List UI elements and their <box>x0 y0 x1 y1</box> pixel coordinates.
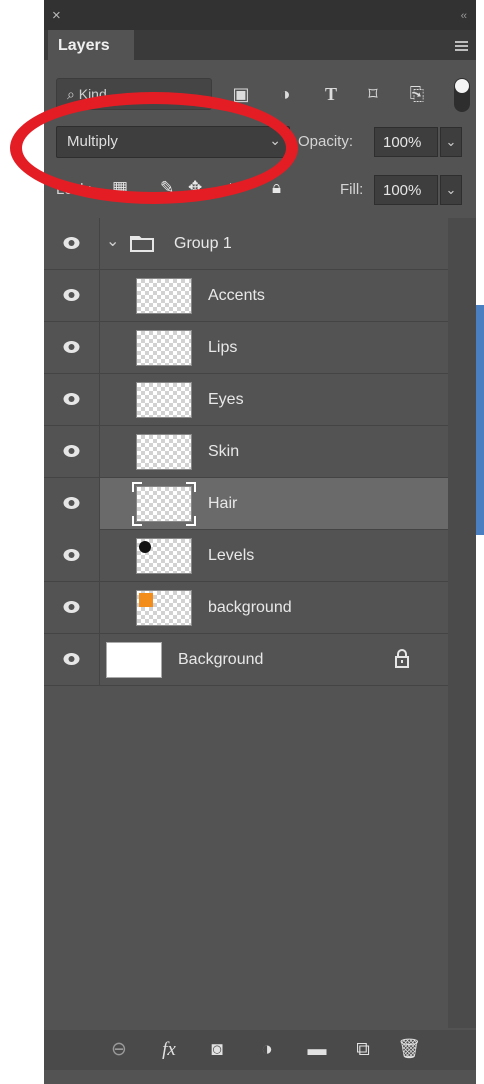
trash-icon[interactable]: 🗑︎ <box>396 1038 422 1062</box>
layer-row-accents[interactable]: Accents <box>44 270 448 322</box>
panel-title-bar: × ‹‹ <box>44 0 476 30</box>
pixel-filter-icon[interactable]: ▣ <box>230 82 252 106</box>
layer-row-levels[interactable]: Levels <box>44 530 448 582</box>
tab-bar: Layers <box>44 30 476 62</box>
eye-icon <box>63 653 80 665</box>
layers-panel: × ‹‹ Layers ⌕ Kind ▣ ◑ T ⌑ ⎘ Multiply ⌄ … <box>44 0 476 1084</box>
filter-toggle[interactable] <box>454 78 470 112</box>
search-icon: ⌕ <box>67 86 75 102</box>
eye-icon <box>63 289 80 301</box>
layer-thumbnail <box>106 642 162 678</box>
visibility-toggle[interactable] <box>44 322 100 374</box>
type-filter-icon[interactable]: T <box>320 82 342 106</box>
lock-transparent-icon[interactable]: ▦ <box>112 178 128 198</box>
visibility-toggle[interactable] <box>44 374 100 426</box>
eye-icon <box>63 393 80 405</box>
face-sketch-icon <box>139 541 151 553</box>
opacity-label: Opacity: <box>298 133 354 150</box>
selection-corner <box>132 482 142 492</box>
layer-row-eyes[interactable]: Eyes <box>44 374 448 426</box>
chevron-down-icon[interactable]: ⌄ <box>106 231 119 251</box>
eye-icon <box>63 237 80 249</box>
lock-image-icon[interactable]: ✎ <box>160 178 174 198</box>
fx-icon[interactable]: fx <box>156 1038 182 1062</box>
layer-row-background-lower[interactable]: background <box>44 582 448 634</box>
layer-thumbnail <box>136 590 192 626</box>
visibility-toggle[interactable] <box>44 582 100 634</box>
visibility-toggle[interactable] <box>44 634 100 686</box>
layer-name: Accents <box>208 287 265 304</box>
layer-name: Group 1 <box>174 235 232 252</box>
filter-row: ⌕ Kind ▣ ◑ T ⌑ ⎘ <box>44 70 476 116</box>
eye-icon <box>63 497 80 509</box>
folder-icon[interactable]: ▬ <box>304 1038 330 1062</box>
adjustment-filter-icon[interactable]: ◑ <box>274 82 296 106</box>
collapse-icon[interactable]: ‹‹ <box>461 10 467 22</box>
blend-mode-dropdown[interactable]: Multiply ⌄ <box>56 126 290 158</box>
eye-icon <box>63 549 80 561</box>
layers-scrollbar[interactable] <box>448 218 476 1028</box>
layer-thumbnail <box>136 382 192 418</box>
tab-layers[interactable]: Layers <box>48 30 134 62</box>
eye-icon <box>63 341 80 353</box>
layer-row-hair[interactable]: Hair <box>44 478 448 530</box>
lock-icon <box>395 649 409 668</box>
layer-name: background <box>208 599 292 616</box>
fill-field[interactable]: 100% <box>374 175 438 205</box>
blend-mode-value: Multiply <box>67 133 118 150</box>
kind-filter-label: Kind <box>78 86 107 102</box>
layer-thumbnail <box>136 434 192 470</box>
fill-label: Fill: <box>340 181 364 198</box>
layer-name: Skin <box>208 443 240 460</box>
selection-corner <box>132 516 142 526</box>
layer-name: Background <box>178 651 264 668</box>
layer-row-background[interactable]: Background <box>44 634 448 686</box>
folder-icon <box>130 236 154 252</box>
layer-thumbnail <box>136 486 192 522</box>
layer-name: Hair <box>208 495 238 512</box>
visibility-toggle[interactable] <box>44 270 100 322</box>
layer-name: Lips <box>208 339 238 356</box>
chevron-down-icon: ⌄ <box>269 132 281 148</box>
new-layer-icon[interactable]: ⧉ <box>350 1038 376 1062</box>
kind-filter-dropdown[interactable]: ⌕ Kind <box>56 78 212 110</box>
opacity-chevron-icon[interactable]: ⌄ <box>440 127 462 157</box>
layer-name: Levels <box>208 547 255 564</box>
layer-row-group[interactable]: ⌄ Group 1 <box>44 218 448 270</box>
layer-name: Eyes <box>208 391 244 408</box>
lock-all-icon[interactable]: 🔒︎ <box>272 178 281 198</box>
orange-swatch <box>139 593 153 607</box>
layer-row-skin[interactable]: Skin <box>44 426 448 478</box>
selection-corner <box>186 516 196 526</box>
lock-position-icon[interactable]: ✥ <box>188 178 202 198</box>
link-icon[interactable]: ⊖ <box>106 1038 132 1062</box>
eye-icon <box>63 445 80 457</box>
lock-row: Lock: ▦ ✎ ✥ ⌗ 🔒︎ Fill: 100% ⌄ <box>44 170 476 210</box>
lock-artboard-icon[interactable]: ⌗ <box>228 178 238 198</box>
layer-thumbnail <box>136 278 192 314</box>
close-icon[interactable]: × <box>52 8 61 23</box>
visibility-toggle[interactable] <box>44 426 100 478</box>
shape-filter-icon[interactable]: ⌑ <box>362 82 384 106</box>
panel-footer: ⊖ fx ◙ ◑ ▬ ⧉ 🗑︎ <box>44 1030 476 1070</box>
visibility-toggle[interactable] <box>44 218 100 270</box>
adjustment-icon[interactable]: ◑ <box>254 1038 280 1062</box>
smart-object-filter-icon[interactable]: ⎘ <box>406 82 428 106</box>
layers-list: ⌄ Group 1 Accents Lips Eyes Skin Hair Le… <box>44 218 448 686</box>
eye-icon <box>63 601 80 613</box>
lock-label: Lock: <box>56 181 92 198</box>
opacity-field[interactable]: 100% <box>374 127 438 157</box>
selection-corner <box>186 482 196 492</box>
layer-thumbnail <box>136 330 192 366</box>
visibility-toggle[interactable] <box>44 530 100 582</box>
mask-icon[interactable]: ◙ <box>204 1038 230 1062</box>
visibility-toggle[interactable] <box>44 478 100 530</box>
fill-chevron-icon[interactable]: ⌄ <box>440 175 462 205</box>
layer-row-lips[interactable]: Lips <box>44 322 448 374</box>
panel-menu-icon[interactable] <box>455 41 468 51</box>
canvas-edge <box>476 305 484 535</box>
layer-thumbnail <box>136 538 192 574</box>
